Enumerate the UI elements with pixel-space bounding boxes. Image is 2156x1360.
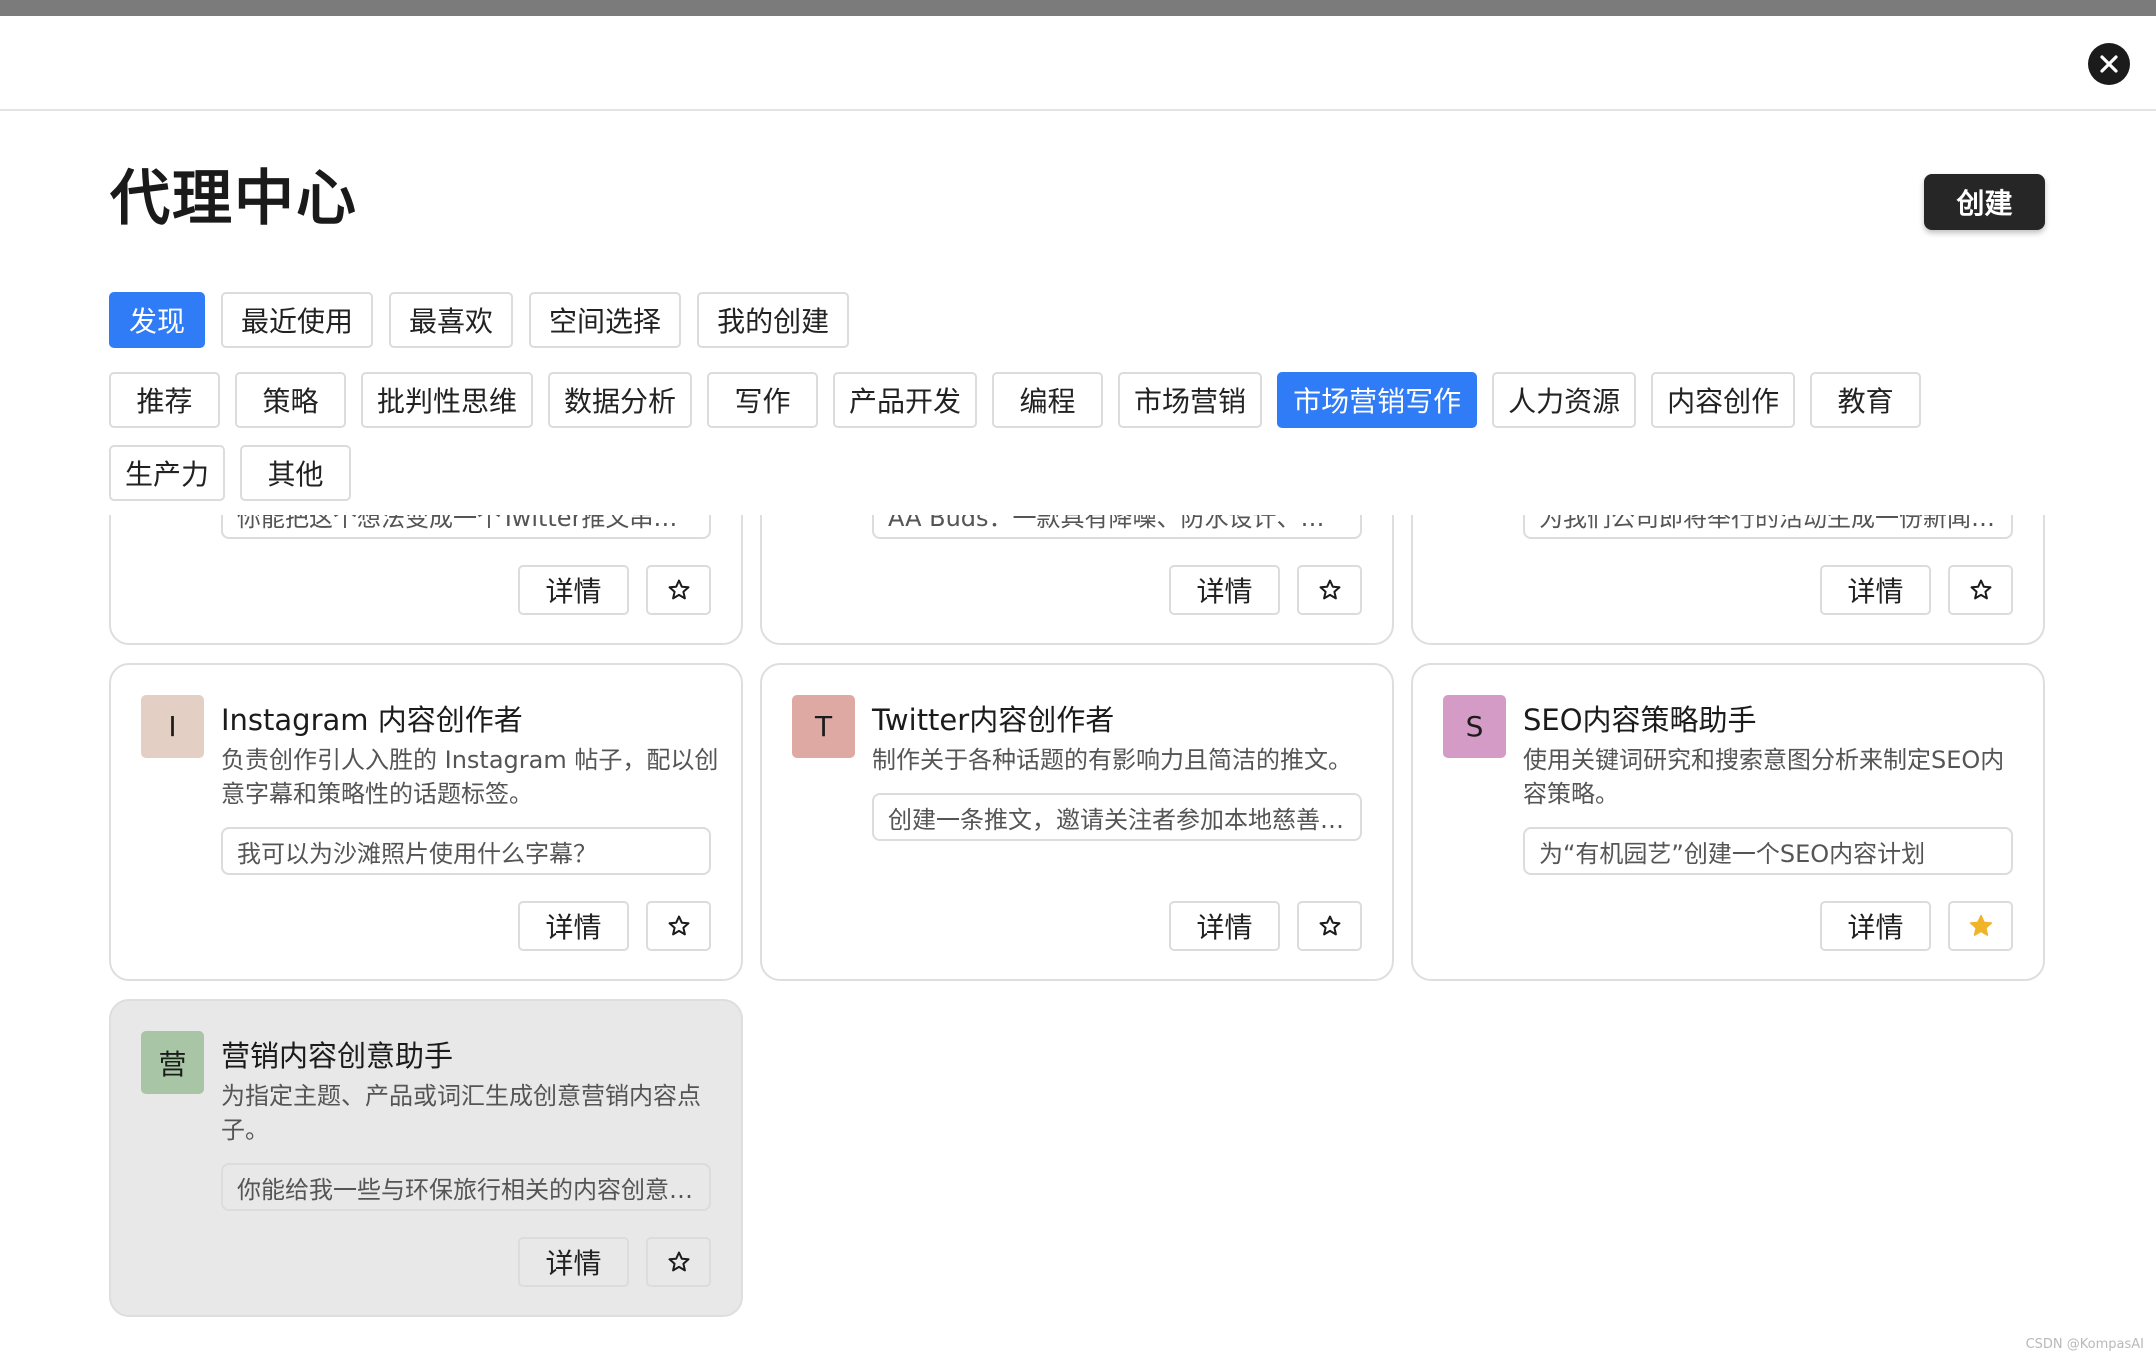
agent-card-grid[interactable]: 你能把这个想法变成一个Twitter推文串… 详情 AA Buds：一款具有降噪…: [0, 515, 2156, 1360]
agent-card-instagram[interactable]: I Instagram 内容创作者 负责创作引人入胜的 Instagram 帖子…: [109, 663, 743, 981]
category-writing[interactable]: 写作: [707, 372, 819, 428]
view-tabs: 发现 最近使用 最喜欢 空间选择 我的创建: [109, 292, 850, 348]
example-prompt[interactable]: 创建一条推文，邀请关注者参加本地慈善…: [872, 793, 1362, 841]
category-marketing-writing[interactable]: 市场营销写作: [1277, 372, 1478, 428]
agent-avatar: 营: [141, 1031, 204, 1094]
example-prompt[interactable]: 我可以为沙滩照片使用什么字幕？: [221, 827, 711, 875]
agent-card-marketing-ideas[interactable]: 营 营销内容创意助手 为指定主题、产品或词汇生成创意营销内容点子。 你能给我一些…: [109, 999, 743, 1317]
details-button[interactable]: 详情: [518, 565, 629, 615]
agent-card-seo[interactable]: S SEO内容策略助手 使用关键词研究和搜索意图分析来制定SEO内容策略。 为“…: [1411, 663, 2045, 981]
category-productivity[interactable]: 生产力: [109, 445, 226, 501]
agent-avatar: S: [1443, 695, 1506, 758]
star-outline-icon: [668, 579, 689, 600]
agent-card[interactable]: 为我们公司即将举行的活动生成一份新闻… 详情: [1411, 515, 2045, 645]
category-other[interactable]: 其他: [240, 445, 352, 501]
modal-header: [0, 16, 2156, 111]
category-filters: 推荐 策略 批判性思维 数据分析 写作 产品开发 编程 市场营销 市场营销写作 …: [109, 372, 1959, 501]
star-outline-icon: [1319, 915, 1340, 936]
details-button[interactable]: 详情: [1169, 565, 1280, 615]
favorite-button[interactable]: [646, 565, 711, 615]
star-filled-icon: [1969, 914, 1992, 936]
agent-title: Twitter内容创作者: [872, 703, 1115, 737]
category-hr[interactable]: 人力资源: [1492, 372, 1637, 428]
agent-description: 使用关键词研究和搜索意图分析来制定SEO内容策略。: [1523, 746, 2005, 808]
category-education[interactable]: 教育: [1810, 372, 1922, 428]
example-prompt[interactable]: 你能把这个想法变成一个Twitter推文串…: [221, 515, 711, 539]
tab-discover[interactable]: 发现: [109, 292, 206, 348]
favorite-button[interactable]: [1948, 565, 2013, 615]
agent-title: Instagram 内容创作者: [221, 703, 523, 737]
agent-avatar: T: [792, 695, 855, 758]
tab-space-select[interactable]: 空间选择: [529, 292, 682, 348]
agent-description: 负责创作引人入胜的 Instagram 帖子，配以创意字幕和策略性的话题标签。: [221, 746, 719, 808]
close-button[interactable]: [2088, 43, 2130, 85]
category-content-creation[interactable]: 内容创作: [1651, 372, 1796, 428]
window-top-strip: [0, 0, 2156, 16]
agent-description: 为指定主题、产品或词汇生成创意营销内容点子。: [221, 1082, 701, 1144]
agent-card[interactable]: 你能把这个想法变成一个Twitter推文串… 详情: [109, 515, 743, 645]
tab-my-creations[interactable]: 我的创建: [697, 292, 850, 348]
details-button[interactable]: 详情: [1820, 901, 1931, 951]
star-outline-icon: [668, 915, 689, 936]
favorite-button[interactable]: [646, 901, 711, 951]
agent-card[interactable]: AA Buds：一款具有降噪、防水设计、高… 详情: [760, 515, 1394, 645]
category-strategy[interactable]: 策略: [235, 372, 346, 428]
agent-description: 制作关于各种话题的有影响力且简洁的推文。: [872, 746, 1352, 774]
create-button[interactable]: 创建: [1924, 174, 2045, 230]
details-button[interactable]: 详情: [518, 901, 629, 951]
close-icon: [2100, 55, 2118, 73]
example-prompt[interactable]: 你能给我一些与环保旅行相关的内容创意…: [221, 1163, 711, 1211]
category-marketing[interactable]: 市场营销: [1118, 372, 1263, 428]
category-data-analysis[interactable]: 数据分析: [548, 372, 693, 428]
star-outline-icon: [1319, 579, 1340, 600]
star-outline-icon: [668, 1251, 689, 1272]
favorite-button[interactable]: [646, 1237, 711, 1287]
favorite-button[interactable]: [1948, 901, 2013, 951]
agent-title: SEO内容策略助手: [1523, 703, 1757, 737]
example-prompt[interactable]: 为我们公司即将举行的活动生成一份新闻…: [1523, 515, 2013, 539]
favorite-button[interactable]: [1297, 565, 1362, 615]
example-prompt[interactable]: 为“有机园艺”创建一个SEO内容计划: [1523, 827, 2013, 875]
favorite-button[interactable]: [1297, 901, 1362, 951]
page-title: 代理中心: [110, 164, 358, 234]
details-button[interactable]: 详情: [1820, 565, 1931, 615]
tab-recent[interactable]: 最近使用: [221, 292, 374, 348]
category-product-development[interactable]: 产品开发: [833, 372, 978, 428]
example-prompt[interactable]: AA Buds：一款具有降噪、防水设计、高…: [872, 515, 1362, 539]
category-critical-thinking[interactable]: 批判性思维: [361, 372, 534, 428]
star-outline-icon: [1970, 579, 1991, 600]
details-button[interactable]: 详情: [518, 1237, 629, 1287]
details-button[interactable]: 详情: [1169, 901, 1280, 951]
category-programming[interactable]: 编程: [992, 372, 1104, 428]
category-recommended[interactable]: 推荐: [109, 372, 220, 428]
agent-card-twitter[interactable]: T Twitter内容创作者 制作关于各种话题的有影响力且简洁的推文。 创建一条…: [760, 663, 1394, 981]
agent-title: 营销内容创意助手: [221, 1039, 454, 1073]
agent-avatar: I: [141, 695, 204, 758]
watermark: CSDN @KompasAI: [2025, 1337, 2144, 1352]
tab-favorites[interactable]: 最喜欢: [389, 292, 514, 348]
